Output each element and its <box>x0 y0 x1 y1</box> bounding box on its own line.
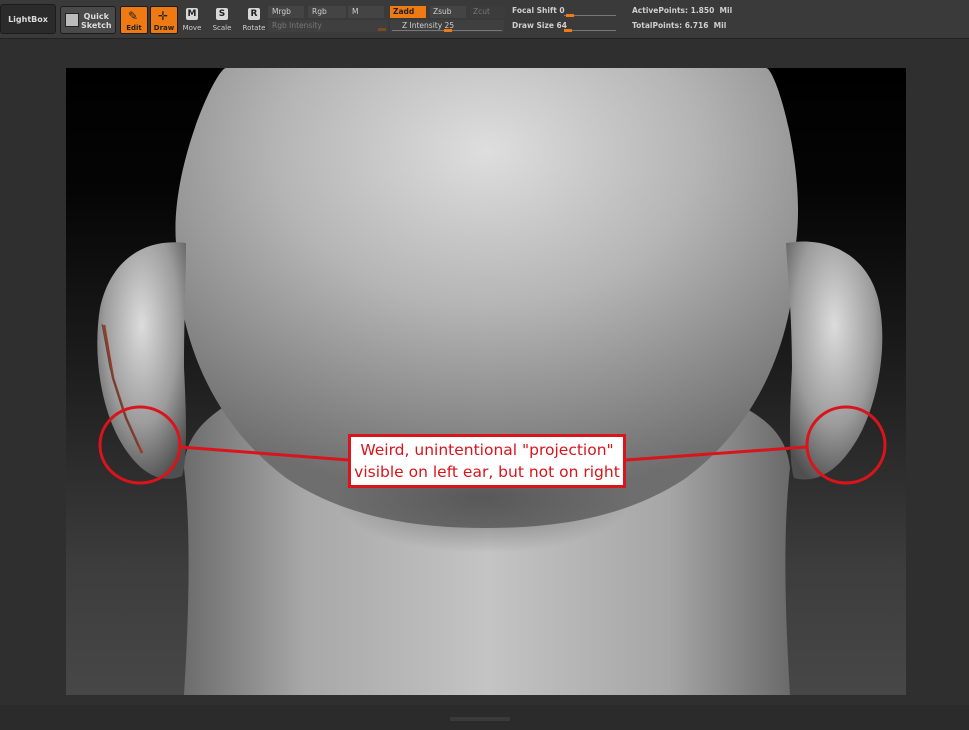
right-ear-highlight-circle <box>805 405 887 485</box>
left-ear-highlight-circle <box>98 405 182 485</box>
right-callout-line <box>625 445 808 462</box>
annotation-callout: Weird, unintentional "projection" visibl… <box>348 434 626 488</box>
left-callout-line <box>179 445 349 462</box>
annotation-overlay <box>98 405 887 485</box>
callout-line-1: Weird, unintentional "projection" <box>360 441 614 459</box>
callout-line-2: visible on left ear, but not on right <box>354 463 620 481</box>
